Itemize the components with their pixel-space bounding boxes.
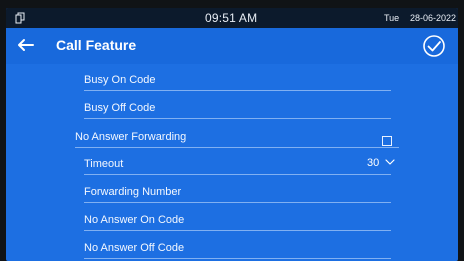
- busy-on-code-underline: [84, 90, 391, 91]
- busy-off-code-label: Busy Off Code: [84, 102, 156, 114]
- busy-on-code-row[interactable]: Busy On Code: [84, 71, 391, 91]
- forwarding-number-underline: [84, 202, 391, 203]
- no-answer-on-code-underline: [84, 230, 391, 231]
- no-answer-off-code-row[interactable]: No Answer Off Code: [84, 239, 391, 259]
- no-answer-on-code-label: No Answer On Code: [84, 214, 185, 226]
- timeout-value: 30: [367, 157, 380, 169]
- status-day: Tue: [384, 13, 400, 23]
- status-time: 09:51 AM: [205, 11, 258, 25]
- forwarding-number-label: Forwarding Number: [84, 186, 182, 198]
- no-answer-off-code-label: No Answer Off Code: [84, 242, 185, 254]
- page-title: Call Feature: [56, 37, 137, 53]
- status-date: 28-06-2022: [410, 13, 457, 23]
- chevron-down-icon: [385, 159, 395, 165]
- forwarding-number-row[interactable]: Forwarding Number: [84, 183, 391, 203]
- no-answer-on-code-row[interactable]: No Answer On Code: [84, 211, 391, 231]
- no-answer-forwarding-checkbox[interactable]: [382, 136, 392, 146]
- arrow-left-icon[interactable]: [15, 34, 37, 56]
- status-bar: 09:51 AM Tue 28-06-2022: [6, 8, 458, 28]
- busy-on-code-label: Busy On Code: [84, 74, 156, 86]
- timeout-row[interactable]: Timeout: [84, 155, 391, 175]
- device-status-icon: [15, 12, 25, 24]
- timeout-dropdown[interactable]: 30: [367, 157, 407, 171]
- check-circle-icon[interactable]: [422, 34, 446, 58]
- no-answer-forwarding-label: No Answer Forwarding: [75, 131, 187, 143]
- timeout-underline: [84, 174, 391, 175]
- device-screen: 09:51 AM Tue 28-06-2022 Call Feature Bus…: [6, 8, 458, 261]
- busy-off-code-row[interactable]: Busy Off Code: [84, 99, 391, 119]
- no-answer-forwarding-row[interactable]: No Answer Forwarding: [75, 128, 399, 148]
- no-answer-off-code-underline: [84, 258, 391, 259]
- no-answer-forwarding-underline: [75, 147, 399, 148]
- busy-off-code-underline: [84, 118, 391, 119]
- timeout-label: Timeout: [84, 158, 124, 170]
- page-header: Call Feature: [6, 28, 458, 64]
